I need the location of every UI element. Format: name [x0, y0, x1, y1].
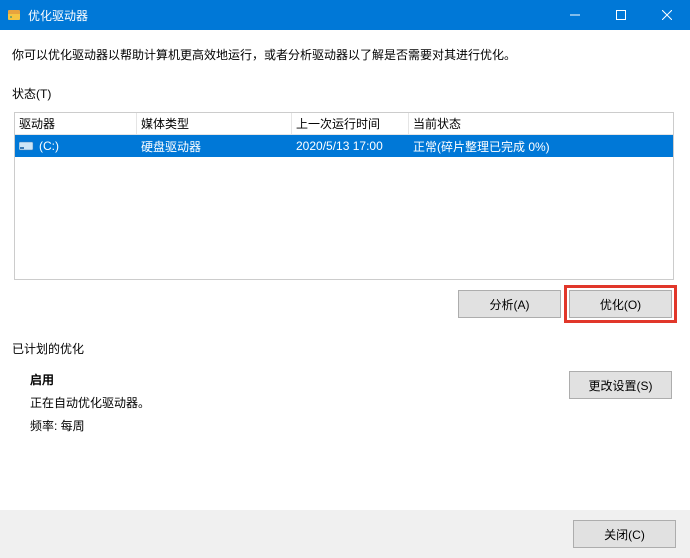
- drive-name-text: (C:): [39, 139, 59, 153]
- action-buttons: 分析(A) 优化(O): [12, 290, 674, 318]
- maximize-button[interactable]: [598, 0, 644, 30]
- titlebar: 优化驱动器: [0, 0, 690, 30]
- column-header-media[interactable]: 媒体类型: [137, 113, 292, 134]
- column-header-status[interactable]: 当前状态: [409, 113, 673, 134]
- drive-cell-name: (C:): [15, 135, 137, 157]
- status-label: 状态(T): [12, 85, 674, 102]
- drive-cell-media: 硬盘驱动器: [137, 135, 292, 157]
- close-button[interactable]: [644, 0, 690, 30]
- scheduled-section-title: 已计划的优化: [12, 340, 674, 357]
- description-text: 你可以优化驱动器以帮助计算机更高效地运行，或者分析驱动器以了解是否需要对其进行优…: [12, 46, 674, 63]
- window-title: 优化驱动器: [28, 7, 552, 24]
- analyze-button[interactable]: 分析(A): [458, 290, 561, 318]
- drive-list: 驱动器 媒体类型 上一次运行时间 当前状态 (C:) 硬盘驱动器 2020/5/…: [14, 112, 674, 280]
- scheduled-actions: 更改设置(S): [569, 371, 672, 434]
- scheduled-desc: 正在自动优化驱动器。: [30, 394, 569, 411]
- drive-cell-lastrun: 2020/5/13 17:00: [292, 135, 409, 157]
- app-icon: [6, 7, 22, 23]
- optimize-button[interactable]: 优化(O): [569, 290, 672, 318]
- minimize-button[interactable]: [552, 0, 598, 30]
- main-content: 你可以优化驱动器以帮助计算机更高效地运行，或者分析驱动器以了解是否需要对其进行优…: [0, 30, 690, 434]
- drive-cell-status: 正常(碎片整理已完成 0%): [409, 135, 673, 157]
- scheduled-section: 启用 正在自动优化驱动器。 频率: 每周 更改设置(S): [12, 371, 674, 434]
- drive-list-header: 驱动器 媒体类型 上一次运行时间 当前状态: [15, 113, 673, 135]
- footer: 关闭(C): [0, 510, 690, 558]
- close-dialog-button[interactable]: 关闭(C): [573, 520, 676, 548]
- optimize-highlight: 优化(O): [564, 285, 677, 323]
- scheduled-info: 启用 正在自动优化驱动器。 频率: 每周: [30, 371, 569, 434]
- column-header-drive[interactable]: 驱动器: [15, 113, 137, 134]
- window-controls: [552, 0, 690, 30]
- column-header-lastrun[interactable]: 上一次运行时间: [292, 113, 409, 134]
- change-settings-button[interactable]: 更改设置(S): [569, 371, 672, 399]
- drive-row[interactable]: (C:) 硬盘驱动器 2020/5/13 17:00 正常(碎片整理已完成 0%…: [15, 135, 673, 157]
- scheduled-enabled-label: 启用: [30, 371, 569, 388]
- drive-icon: [19, 140, 35, 152]
- scheduled-frequency: 频率: 每周: [30, 417, 569, 434]
